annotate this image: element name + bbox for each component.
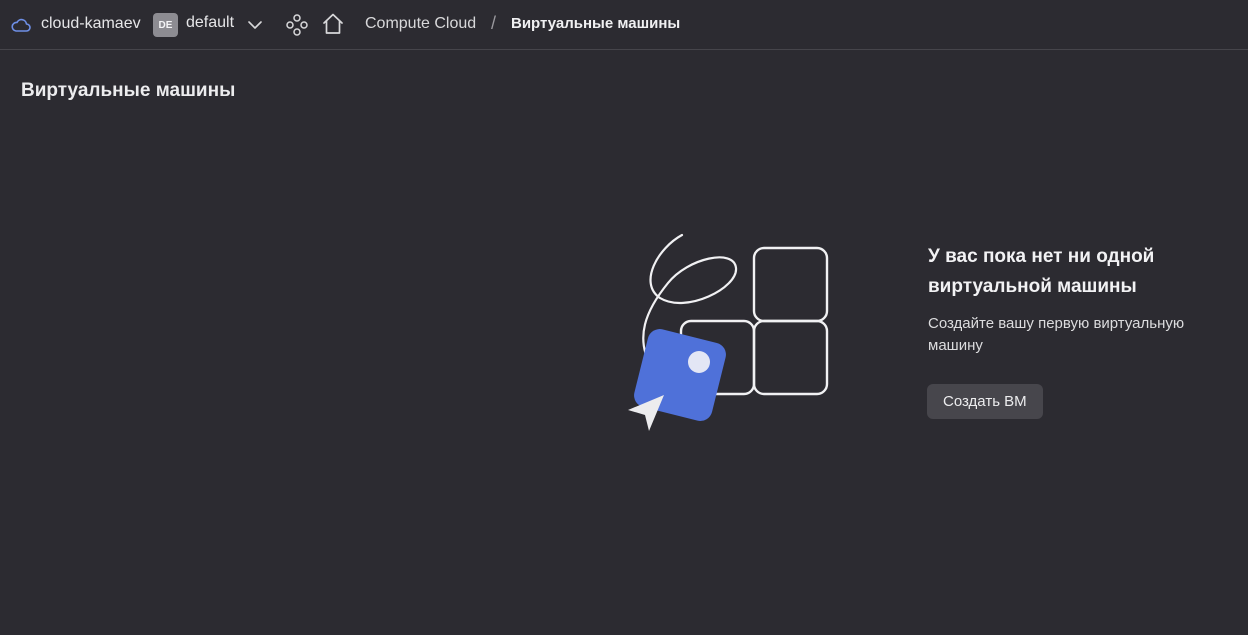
folder-badge: DE <box>153 13 178 37</box>
chevron-down-icon[interactable] <box>246 16 264 34</box>
empty-vm-illustration <box>618 228 838 438</box>
breadcrumb-compute-cloud[interactable]: Compute Cloud <box>365 13 476 35</box>
folder-name[interactable]: default <box>186 12 234 34</box>
home-icon[interactable] <box>320 11 346 37</box>
cloud-name[interactable]: cloud-kamaev <box>41 13 141 35</box>
page-title: Виртуальные машины <box>21 80 236 101</box>
breadcrumb-current: Виртуальные машины <box>511 15 681 32</box>
cloud-icon <box>10 14 32 36</box>
create-vm-button[interactable]: Создать ВМ <box>927 384 1043 419</box>
top-bar: cloud-kamaev DE default Compute Cloud / … <box>0 0 1248 50</box>
empty-state-description: Создайте вашу первую виртуальную машину <box>928 315 1185 354</box>
breadcrumb-separator: / <box>491 13 497 33</box>
empty-state-title: У вас пока нет ни одной виртуальной маши… <box>928 246 1155 297</box>
services-icon[interactable] <box>285 13 309 37</box>
